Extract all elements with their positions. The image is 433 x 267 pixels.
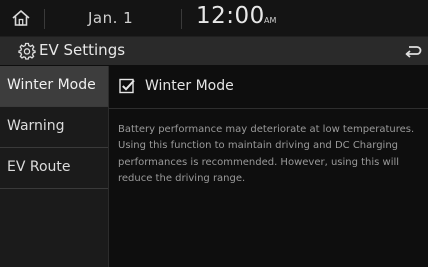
status-bar: Jan. 1 12:00 AM — [0, 0, 428, 37]
home-icon[interactable] — [11, 8, 31, 28]
status-divider — [44, 9, 45, 29]
status-divider — [181, 9, 182, 29]
ev-settings-screen: Jan. 1 12:00 AM EV Settings Winter Mode — [0, 0, 428, 267]
title-bar: EV Settings — [0, 37, 428, 65]
sidebar-item-winter-mode[interactable]: Winter Mode — [0, 66, 108, 107]
gear-icon — [18, 42, 36, 60]
sidebar-item-label: Warning — [7, 118, 65, 134]
screen-edge — [428, 0, 433, 267]
sidebar-item-label: EV Route — [7, 159, 71, 175]
sidebar-item-warning[interactable]: Warning — [0, 107, 108, 148]
description-text: Battery performance may deteriorate at l… — [118, 124, 415, 184]
winter-mode-toggle[interactable]: Winter Mode — [109, 66, 428, 109]
page-title: EV Settings — [39, 41, 126, 59]
sidebar-item-label: Winter Mode — [7, 77, 96, 93]
status-time: 12:00 — [196, 3, 265, 29]
status-date: Jan. 1 — [88, 9, 134, 27]
status-ampm: AM — [264, 16, 277, 25]
option-label: Winter Mode — [145, 78, 234, 94]
back-arrow-icon[interactable] — [404, 43, 422, 59]
main-content: Winter Mode Battery performance may dete… — [109, 66, 428, 267]
checkbox-checked-icon[interactable] — [119, 78, 135, 94]
sidebar: Winter Mode Warning EV Route — [0, 66, 109, 267]
sidebar-item-ev-route[interactable]: EV Route — [0, 148, 108, 189]
